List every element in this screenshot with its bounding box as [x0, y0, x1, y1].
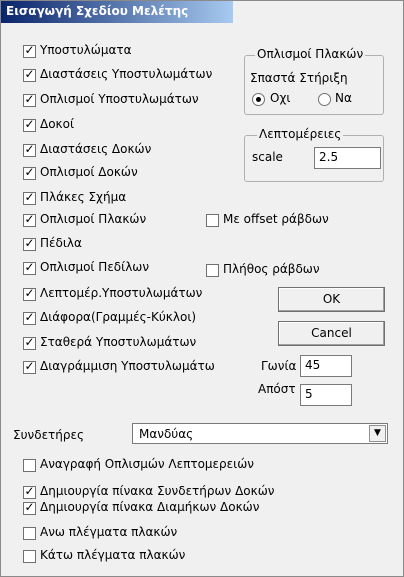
dialog-window: Εισαγωγή Σχεδίου Μελέτης ✓ Υποστυλώματα ✓ Δ…: [0, 0, 404, 577]
bottom_options-label-3: Ανω πλέγματα πλακών: [40, 525, 178, 539]
options-label-11: Διάφορα(Γραμμές-Κύκλοι): [40, 310, 197, 324]
check-icon: ✓: [24, 484, 35, 498]
offset-label: Με offset ράβδων: [223, 212, 329, 226]
bottom_options-label-0: Αναγραφή Οπλισμών Λεπτομερειών: [40, 457, 254, 471]
options-label-5: Οπλισμοί Δοκών: [40, 165, 138, 179]
options-label-12: Σταθερά Υποστυλωμάτων: [40, 335, 197, 349]
bottom_options-label-2: Δημιουργία πίνακα Διαμήκων Δοκών: [40, 500, 260, 514]
options-label-4: Διαστάσεις Δοκών: [40, 142, 152, 156]
bottom_options-checkbox-2[interactable]: ✓: [23, 500, 36, 515]
options-checkbox-1[interactable]: ✓: [23, 67, 36, 82]
options-label-10: Λεπτομέρ.Υποστυλωμάτων: [40, 286, 203, 300]
check-icon: ✓: [24, 212, 35, 226]
check-icon: ✓: [24, 359, 35, 373]
slab-group-title: Οπλισμοί Πλακών: [255, 47, 366, 61]
scale-label: scale: [252, 150, 283, 164]
bottom_options-checkbox-3[interactable]: [23, 527, 36, 540]
offset-checkbox[interactable]: [206, 214, 219, 227]
bottom_options-checkbox-0[interactable]: [23, 459, 36, 472]
options-label-2: Οπλισμοί Υποστυλωμάτων: [40, 92, 199, 106]
options-checkbox-11[interactable]: ✓: [23, 310, 36, 325]
count-label: Πλήθος ράβδων: [223, 262, 320, 276]
check-icon: ✓: [24, 500, 35, 514]
stirrups-label: Συνδετήρες: [13, 428, 85, 442]
options-checkbox-4[interactable]: ✓: [23, 142, 36, 157]
stirrups-value: Μανδύας: [139, 427, 194, 441]
count-checkbox[interactable]: [206, 264, 219, 277]
bottom_options-label-4: Κάτω πλέγματα πλακών: [40, 548, 186, 562]
options-label-3: Δοκοί: [40, 117, 75, 131]
stirrups-select[interactable]: Μανδύας ▼: [132, 423, 388, 444]
check-icon: ✓: [24, 117, 35, 131]
scale-input[interactable]: 2.5: [314, 147, 381, 169]
check-icon: ✓: [24, 67, 35, 81]
options-checkbox-2[interactable]: ✓: [23, 92, 36, 107]
options-label-8: Πέδιλα: [40, 236, 82, 250]
options-checkbox-3[interactable]: ✓: [23, 117, 36, 132]
check-icon: ✓: [24, 310, 35, 324]
radio-yes[interactable]: [318, 93, 331, 106]
options-checkbox-8[interactable]: ✓: [23, 236, 36, 251]
slab-group: [244, 55, 384, 115]
radio-yes-label: Να: [335, 91, 352, 105]
bottom_options-label-1: Δημιουργία πίνακα Συνδετήρων Δοκών: [40, 484, 275, 498]
options-label-0: Υποστυλώματα: [40, 43, 132, 57]
details-group-title: Λεπτομέρειες: [257, 127, 344, 141]
options-checkbox-9[interactable]: ✓: [23, 260, 36, 275]
check-icon: ✓: [24, 190, 35, 204]
options-checkbox-5[interactable]: ✓: [23, 165, 36, 180]
options-checkbox-0[interactable]: ✓: [23, 43, 36, 58]
check-icon: ✓: [24, 236, 35, 250]
options-checkbox-6[interactable]: ✓: [23, 190, 36, 205]
options-checkbox-12[interactable]: ✓: [23, 335, 36, 350]
check-icon: ✓: [24, 43, 35, 57]
window-title: Εισαγωγή Σχεδίου Μελέτης: [6, 4, 189, 18]
title-bar: Εισαγωγή Σχεδίου Μελέτης: [1, 1, 233, 23]
options-label-1: Διαστάσεις Υποστυλωμάτων: [40, 67, 213, 81]
cancel-button[interactable]: Cancel: [278, 321, 385, 346]
ok-button[interactable]: OK: [278, 287, 385, 312]
angle-label: Γωνία: [261, 359, 297, 373]
bottom_options-checkbox-1[interactable]: ✓: [23, 484, 36, 499]
options-checkbox-7[interactable]: ✓: [23, 212, 36, 227]
check-icon: ✓: [24, 260, 35, 274]
spacing-label: Απόστ: [258, 382, 296, 396]
angle-input[interactable]: 45: [300, 355, 352, 377]
check-icon: ✓: [24, 286, 35, 300]
radio-no-label: Οχι: [270, 91, 291, 105]
options-label-9: Οπλισμοί Πεδίλων: [40, 260, 150, 274]
check-icon: ✓: [24, 335, 35, 349]
chevron-down-icon[interactable]: ▼: [369, 425, 386, 442]
options-label-7: Οπλισμοί Πλακών: [40, 212, 147, 226]
spacing-input[interactable]: 5: [300, 384, 352, 406]
options-label-13: Διαγράμμιση Υποστυλωμάτω: [40, 359, 215, 373]
options-label-6: Πλάκες Σχήμα: [40, 190, 127, 204]
radio-no[interactable]: [252, 93, 265, 106]
check-icon: ✓: [24, 92, 35, 106]
check-icon: ✓: [24, 142, 35, 156]
check-icon: ✓: [24, 165, 35, 179]
slab-support-label: Σπαστά Στήριξη: [250, 71, 348, 85]
bottom_options-checkbox-4[interactable]: [23, 550, 36, 563]
options-checkbox-13[interactable]: ✓: [23, 359, 36, 374]
options-checkbox-10[interactable]: ✓: [23, 286, 36, 301]
